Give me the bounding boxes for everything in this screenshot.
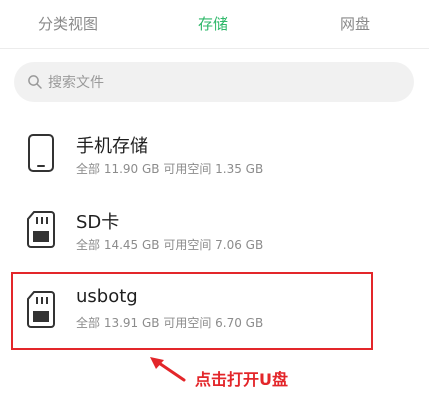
storage-detail: 全部 11.90 GB 可用空间 1.35 GB (76, 162, 264, 176)
tab-storage[interactable]: 存储 (198, 13, 228, 34)
annotation-label: 点击打开U盘 (195, 370, 288, 389)
highlight-box (11, 272, 373, 350)
tab-cloud-drive[interactable]: 网盘 (340, 13, 370, 34)
tab-bar: 分类视图 存储 网盘 (0, 0, 429, 48)
storage-name: 手机存储 (76, 136, 148, 157)
tab-category-view[interactable]: 分类视图 (38, 13, 98, 34)
storage-detail: 全部 14.45 GB 可用空间 7.06 GB (76, 238, 264, 252)
search-input[interactable]: 搜索文件 (14, 62, 414, 102)
arrow-icon (150, 357, 186, 382)
storage-name: SD卡 (76, 212, 120, 233)
tab-divider (0, 48, 429, 49)
storage-item-phone[interactable]: 手机存储 全部 11.90 GB 可用空间 1.35 GB (0, 120, 429, 198)
phone-icon (28, 134, 54, 172)
search-icon (28, 75, 42, 89)
search-placeholder: 搜索文件 (48, 75, 104, 91)
storage-item-sd-card[interactable]: SD卡 全部 14.45 GB 可用空间 7.06 GB (0, 196, 429, 274)
sd-card-icon (27, 211, 55, 248)
